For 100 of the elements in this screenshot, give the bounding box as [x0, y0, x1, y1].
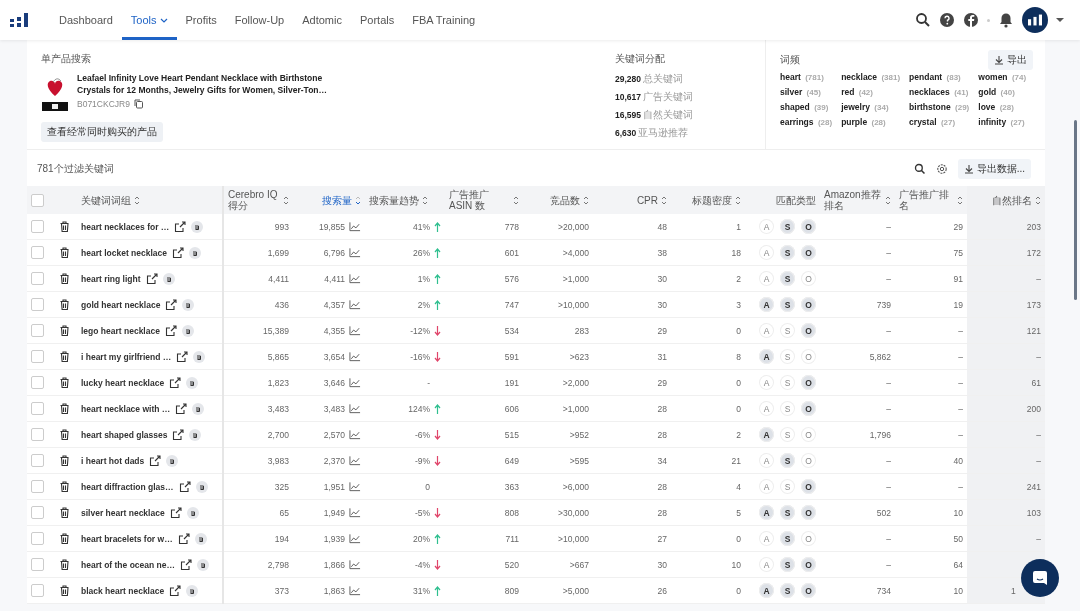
sort-icon[interactable]	[513, 195, 519, 205]
row-checkbox[interactable]	[31, 454, 44, 467]
letter-badge-icon[interactable]	[194, 532, 207, 545]
trash-icon[interactable]	[59, 272, 70, 285]
row-checkbox[interactable]	[31, 584, 44, 597]
letter-badge-icon[interactable]	[192, 402, 205, 415]
sort-icon[interactable]	[661, 195, 667, 205]
letter-badge-icon[interactable]	[186, 506, 199, 519]
external-link-icon[interactable]	[178, 480, 191, 493]
row-checkbox[interactable]	[31, 350, 44, 363]
column-header[interactable]: 关键词词组	[81, 194, 131, 206]
nav-tab[interactable]: Follow-Up	[225, 0, 294, 40]
line-chart-icon[interactable]	[349, 429, 361, 440]
line-chart-icon[interactable]	[349, 273, 361, 284]
row-checkbox[interactable]	[31, 480, 44, 493]
external-link-icon[interactable]	[145, 272, 158, 285]
line-chart-icon[interactable]	[349, 533, 361, 544]
sort-icon[interactable]	[885, 195, 891, 205]
sort-icon[interactable]	[283, 195, 289, 205]
trash-icon[interactable]	[59, 402, 70, 415]
external-link-icon[interactable]	[177, 532, 190, 545]
line-chart-icon[interactable]	[349, 351, 361, 362]
sort-icon[interactable]	[583, 195, 589, 205]
dropdown-caret-icon[interactable]	[1056, 18, 1064, 22]
letter-badge-icon[interactable]	[186, 584, 199, 597]
external-link-icon[interactable]	[149, 454, 162, 467]
sort-icon[interactable]	[422, 195, 428, 205]
letter-badge-icon[interactable]	[189, 246, 201, 259]
letter-badge-icon[interactable]	[166, 454, 179, 467]
sort-icon[interactable]	[957, 195, 963, 205]
external-link-icon[interactable]	[175, 402, 188, 415]
line-chart-icon[interactable]	[349, 299, 361, 310]
row-checkbox[interactable]	[31, 402, 44, 415]
trash-icon[interactable]	[59, 454, 70, 467]
trash-icon[interactable]	[59, 584, 70, 597]
line-chart-icon[interactable]	[349, 507, 361, 518]
bell-icon[interactable]	[998, 12, 1014, 28]
export-data-button[interactable]: 导出数据...	[957, 159, 1031, 179]
line-chart-icon[interactable]	[349, 325, 361, 336]
scrollbar-thumb[interactable]	[1074, 120, 1077, 300]
export-button[interactable]: 导出	[988, 50, 1033, 70]
settings-icon[interactable]	[935, 163, 948, 175]
letter-badge-icon[interactable]	[182, 298, 195, 311]
trash-icon[interactable]	[59, 480, 70, 493]
row-checkbox[interactable]	[31, 532, 44, 545]
row-checkbox[interactable]	[31, 272, 44, 285]
nav-tab[interactable]: FBA Training	[403, 0, 485, 40]
row-checkbox[interactable]	[31, 324, 44, 337]
nav-tab[interactable]: Dashboard	[50, 0, 122, 40]
nav-tab[interactable]: Adtomic	[293, 0, 351, 40]
column-header[interactable]: CPR	[636, 194, 658, 206]
letter-badge-icon[interactable]	[189, 428, 202, 441]
sort-icon[interactable]	[735, 195, 741, 205]
trash-icon[interactable]	[59, 324, 70, 337]
bought-together-button[interactable]: 查看经常同时购买的产品	[41, 122, 163, 142]
row-checkbox[interactable]	[31, 246, 44, 259]
external-link-icon[interactable]	[164, 324, 177, 337]
trash-icon[interactable]	[59, 220, 70, 233]
line-chart-icon[interactable]	[349, 403, 361, 414]
external-link-icon[interactable]	[174, 220, 187, 233]
row-checkbox[interactable]	[31, 506, 44, 519]
row-checkbox[interactable]	[31, 558, 44, 571]
trash-icon[interactable]	[59, 246, 70, 259]
line-chart-icon[interactable]	[349, 247, 361, 258]
external-link-icon[interactable]	[176, 350, 189, 363]
external-link-icon[interactable]	[180, 558, 192, 571]
line-chart-icon[interactable]	[349, 455, 361, 466]
search-icon[interactable]	[915, 12, 931, 28]
nav-tab[interactable]: Portals	[350, 0, 404, 40]
nav-tab[interactable]: Profits	[176, 0, 226, 40]
letter-badge-icon[interactable]	[186, 376, 199, 389]
row-checkbox[interactable]	[31, 428, 44, 441]
external-link-icon[interactable]	[169, 584, 182, 597]
chat-button[interactable]	[1021, 559, 1059, 597]
column-header[interactable]: 搜索量	[322, 194, 352, 206]
copy-icon[interactable]	[132, 98, 144, 109]
external-link-icon[interactable]	[172, 428, 185, 441]
row-checkbox[interactable]	[31, 298, 44, 311]
external-link-icon[interactable]	[165, 298, 178, 311]
line-chart-icon[interactable]	[349, 221, 361, 232]
line-chart-icon[interactable]	[349, 481, 361, 492]
select-all-checkbox[interactable]	[31, 193, 44, 207]
help-icon[interactable]	[939, 12, 955, 28]
row-checkbox[interactable]	[31, 376, 44, 389]
letter-badge-icon[interactable]	[193, 350, 206, 363]
sort-descending-icon[interactable]	[355, 195, 361, 205]
trash-icon[interactable]	[59, 506, 70, 519]
avatar-button[interactable]	[1022, 7, 1048, 33]
line-chart-icon[interactable]	[349, 585, 361, 596]
trash-icon[interactable]	[59, 558, 70, 571]
row-checkbox[interactable]	[31, 220, 44, 233]
trash-icon[interactable]	[59, 298, 70, 311]
letter-badge-icon[interactable]	[181, 324, 194, 337]
external-link-icon[interactable]	[172, 246, 184, 259]
letter-badge-icon[interactable]	[197, 558, 209, 571]
line-chart-icon[interactable]	[349, 377, 361, 388]
sort-icon[interactable]	[134, 195, 140, 205]
external-link-icon[interactable]	[169, 506, 182, 519]
external-link-icon[interactable]	[169, 376, 182, 389]
letter-badge-icon[interactable]	[162, 272, 175, 285]
